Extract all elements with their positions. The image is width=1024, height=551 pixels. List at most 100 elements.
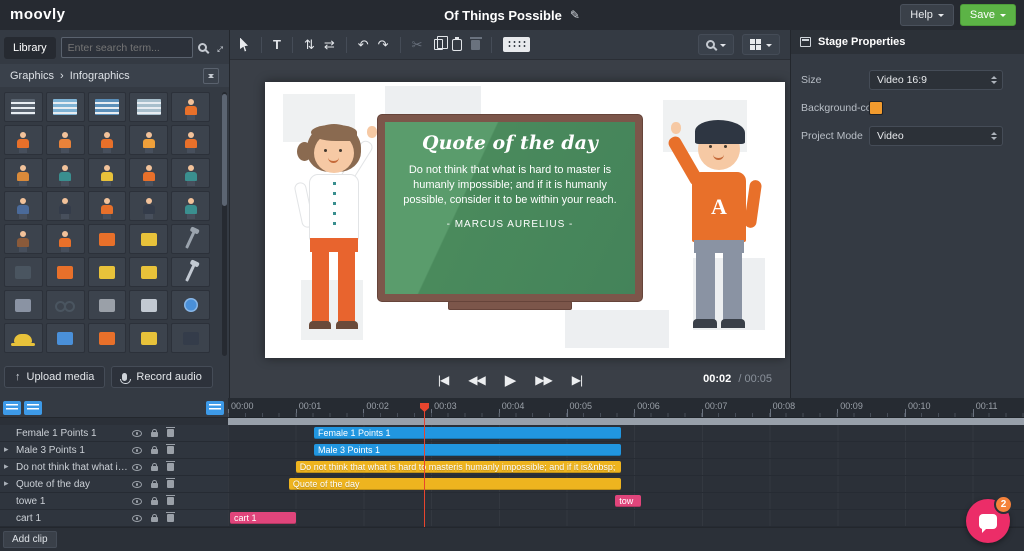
track-expand-arrow-icon[interactable]: ▸	[4, 461, 9, 472]
playhead-line[interactable]	[424, 404, 425, 527]
track-expand-arrow-icon[interactable]: ▸	[4, 444, 9, 455]
board-title-text[interactable]: Quote of the day	[399, 132, 621, 154]
library-thumbnail-person[interactable]	[171, 92, 210, 122]
library-scrollbar[interactable]	[222, 92, 227, 356]
library-thumbnail-person[interactable]	[4, 224, 43, 254]
text-tool-button[interactable]: T	[273, 38, 281, 51]
library-thumbnail-object[interactable]	[129, 224, 169, 254]
add-clip-button[interactable]: Add clip	[3, 531, 57, 548]
redo-button[interactable]: ↷	[378, 38, 389, 51]
background-color-swatch[interactable]	[869, 101, 883, 115]
edit-title-icon[interactable]: ✎	[570, 8, 580, 22]
library-thumbnail-person[interactable]	[171, 125, 210, 155]
copy-button[interactable]	[431, 35, 449, 50]
library-thumbnail-person[interactable]	[129, 191, 169, 221]
library-thumbnail-person[interactable]	[87, 191, 127, 221]
breadcrumb-root[interactable]: Graphics	[10, 70, 54, 82]
search-input[interactable]	[60, 37, 193, 58]
quote-attribution[interactable]: - MARCUS AURELIUS -	[399, 219, 621, 230]
lock-track-icon[interactable]	[151, 428, 158, 437]
toggle-visibility-icon[interactable]	[132, 497, 142, 505]
record-audio-button[interactable]: Record audio	[111, 366, 213, 388]
lock-track-icon[interactable]	[151, 496, 158, 505]
timeline-clip[interactable]: Male 3 Points 1	[313, 444, 621, 456]
search-icon[interactable]	[198, 43, 207, 52]
timeline-clip[interactable]: Do not think that what is hard to master…	[295, 461, 621, 473]
timeline-clip[interactable]: cart 1	[230, 512, 296, 524]
library-thumbnail-object[interactable]	[4, 290, 43, 320]
cut-button[interactable]: ✂	[412, 38, 423, 51]
toggle-visibility-icon[interactable]	[132, 429, 142, 437]
track-row[interactable]: Female 1 Points 1	[0, 425, 228, 442]
upload-media-button[interactable]: ↑ Upload media	[4, 366, 106, 388]
paste-button[interactable]	[452, 37, 463, 51]
library-thumbnail-object[interactable]	[171, 323, 210, 353]
library-thumbnail-globe[interactable]	[171, 290, 210, 320]
library-thumbnail-object[interactable]	[87, 224, 127, 254]
library-thumbnail-table[interactable]	[129, 92, 169, 122]
rewind-button[interactable]: ◀◀	[468, 373, 485, 387]
undo-button[interactable]: ↶	[358, 38, 369, 51]
delete-button[interactable]	[469, 36, 482, 50]
library-thumbnail-person[interactable]	[171, 158, 210, 188]
track-row[interactable]: towe 1	[0, 493, 228, 510]
delete-track-icon[interactable]	[166, 426, 175, 437]
track-row[interactable]: cart 1	[0, 510, 228, 527]
stage-canvas[interactable]: Quote of the day Do not think that what …	[265, 82, 785, 358]
lock-track-icon[interactable]	[151, 462, 158, 471]
skip-to-end-button[interactable]: ▶|	[572, 373, 583, 387]
library-thumbnail-object[interactable]	[45, 257, 85, 287]
library-thumbnail-person[interactable]	[129, 125, 169, 155]
track-lane[interactable]: Male 3 Points 1	[228, 442, 1024, 459]
library-thumbnail-object[interactable]	[87, 257, 127, 287]
timeline-ruler[interactable]: 00:00 00:01 00:02 00:03 00:04 00:05 00:06 00:07…	[228, 398, 1024, 418]
track-lane[interactable]: Quote of the day	[228, 476, 1024, 493]
library-thumbnail-table[interactable]	[87, 92, 127, 122]
library-thumbnail-glasses[interactable]	[45, 290, 85, 320]
skip-to-start-button[interactable]: |◀	[438, 373, 449, 387]
library-thumbnail-person[interactable]	[87, 158, 127, 188]
library-thumbnail-tool[interactable]	[171, 224, 210, 254]
align-vertical-button[interactable]: ⇅	[304, 38, 315, 51]
track-lane[interactable]: Female 1 Points 1	[228, 425, 1024, 442]
timeline-scrollbar[interactable]	[228, 418, 1024, 425]
collapse-tracks-button[interactable]	[206, 401, 224, 415]
library-thumbnail-person[interactable]	[45, 125, 85, 155]
library-thumbnail-object[interactable]	[4, 257, 43, 287]
grid-dropdown[interactable]	[742, 34, 780, 55]
toggle-visibility-icon[interactable]	[132, 463, 142, 471]
save-button[interactable]: Save	[959, 4, 1016, 26]
library-thumbnail-object[interactable]	[129, 323, 169, 353]
lock-track-icon[interactable]	[151, 445, 158, 454]
delete-track-icon[interactable]	[166, 494, 175, 505]
track-row[interactable]: ▸ Do not think that what is hard t...	[0, 459, 228, 476]
select-tool-button[interactable]	[240, 37, 250, 52]
library-thumbnail-person[interactable]	[129, 158, 169, 188]
delete-track-icon[interactable]	[166, 443, 175, 454]
library-thumbnail-object[interactable]	[87, 323, 127, 353]
male-character[interactable]: A	[666, 120, 777, 356]
track-row[interactable]: ▸ Quote of the day	[0, 476, 228, 493]
timeline-clip[interactable]: Female 1 Points 1	[313, 427, 621, 439]
quote-text[interactable]: Do not think that what is hard to master…	[399, 163, 621, 208]
delete-track-icon[interactable]	[166, 477, 175, 488]
library-thumbnail-object[interactable]	[129, 257, 169, 287]
library-thumbnail-person[interactable]	[45, 158, 85, 188]
library-thumbnail-table[interactable]	[4, 92, 43, 122]
library-thumbnail-person[interactable]	[87, 125, 127, 155]
library-thumbnail-person[interactable]	[4, 191, 43, 221]
track-lane[interactable]: tow	[228, 493, 1024, 510]
library-thumbnail-person[interactable]	[45, 224, 85, 254]
chalkboard[interactable]: Quote of the day Do not think that what …	[377, 114, 643, 310]
toggle-visibility-icon[interactable]	[132, 446, 142, 454]
zoom-dropdown[interactable]	[698, 34, 734, 55]
library-thumbnail-object[interactable]	[129, 290, 169, 320]
track-detail-view-button[interactable]	[24, 401, 42, 415]
library-thumbnail-hat[interactable]	[4, 323, 43, 353]
library-thumbnail-person[interactable]	[45, 191, 85, 221]
library-thumbnail-object[interactable]	[45, 323, 85, 353]
align-horizontal-button[interactable]: ⇄	[324, 38, 335, 51]
track-lane[interactable]: Do not think that what is hard to master…	[228, 459, 1024, 476]
keyboard-shortcuts-button[interactable]	[503, 37, 531, 52]
track-list-view-button[interactable]	[3, 401, 21, 415]
